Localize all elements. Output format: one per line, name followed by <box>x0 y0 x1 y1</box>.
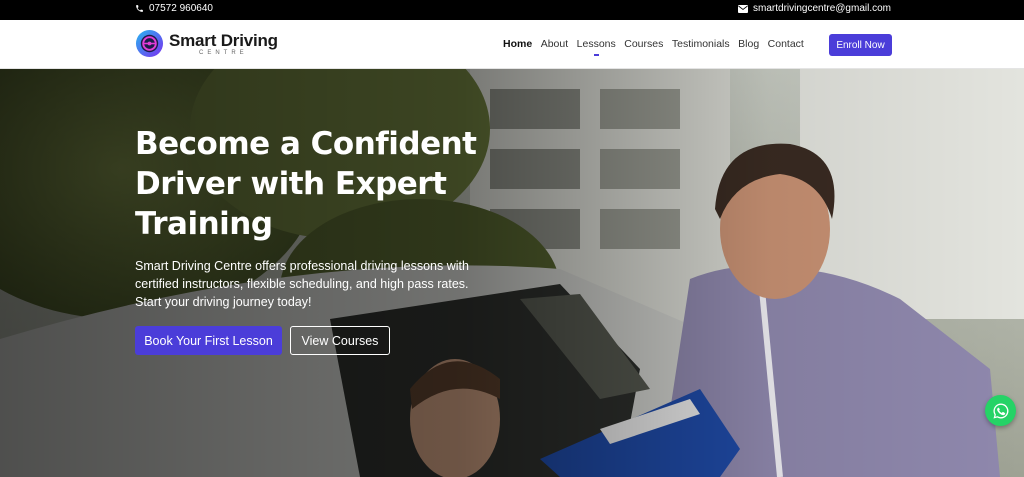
enroll-now-button[interactable]: Enroll Now <box>829 34 892 56</box>
whatsapp-chat-button[interactable] <box>985 395 1016 426</box>
nav-indicator <box>594 54 600 56</box>
view-courses-button[interactable]: View Courses <box>290 326 390 355</box>
phone-number[interactable]: 07572 960640 <box>149 3 213 14</box>
hero-title: Become a Confident Driver with Expert Tr… <box>135 126 477 242</box>
nav-lessons[interactable]: Lessons <box>576 38 616 56</box>
envelope-icon <box>738 4 749 13</box>
nav-blog[interactable]: Blog <box>738 38 759 50</box>
hero-section: Become a Confident Driver with Expert Tr… <box>0 69 1024 477</box>
nav-testimonials[interactable]: Testimonials <box>672 38 730 50</box>
email-address[interactable]: smartdrivingcentre@gmail.com <box>753 3 891 14</box>
hero-description: Smart Driving Centre offers professional… <box>135 259 469 309</box>
main-nav: Home About Lessons Courses Testimonials … <box>503 38 812 56</box>
nav-contact[interactable]: Contact <box>768 38 804 50</box>
steering-wheel-icon <box>135 29 164 58</box>
top-bar: 07572 960640 smartdrivingcentre@gmail.co… <box>0 0 1024 20</box>
site-header: Smart Driving CENTRE Home About Lessons … <box>0 20 1024 69</box>
nav-lessons-label: Lessons <box>576 38 616 50</box>
phone-icon <box>135 4 144 13</box>
site-logo[interactable]: Smart Driving CENTRE <box>135 29 278 58</box>
logo-subtitle: CENTRE <box>199 49 248 56</box>
nav-home[interactable]: Home <box>503 38 532 50</box>
top-bar-phone[interactable]: 07572 960640 <box>135 3 213 14</box>
logo-title: Smart Driving <box>169 30 278 50</box>
book-first-lesson-button[interactable]: Book Your First Lesson <box>135 326 282 355</box>
top-bar-email[interactable]: smartdrivingcentre@gmail.com <box>738 3 891 14</box>
whatsapp-icon <box>993 403 1008 418</box>
nav-about[interactable]: About <box>541 38 568 50</box>
nav-courses[interactable]: Courses <box>624 38 663 50</box>
